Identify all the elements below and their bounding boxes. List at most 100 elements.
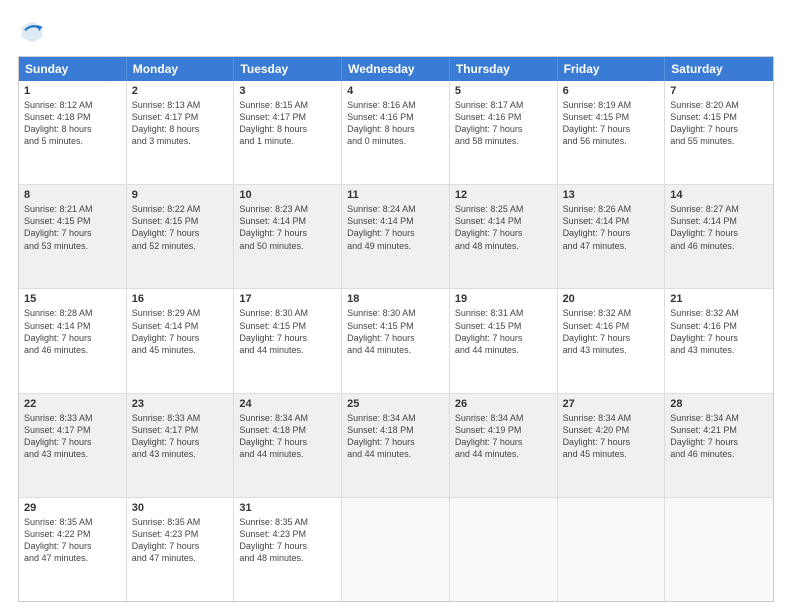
day-cell-14: 14Sunrise: 8:27 AM Sunset: 4:14 PM Dayli… bbox=[665, 185, 773, 288]
day-cell-9: 9 Sunrise: 8:22 AM Sunset: 4:15 PM Daylig… bbox=[127, 185, 235, 288]
day-number: 11 bbox=[347, 189, 444, 201]
calendar-row-1: 1Sunrise: 8:12 AM Sunset: 4:18 PM Daylig… bbox=[19, 81, 773, 184]
calendar-header: SundayMondayTuesdayWednesdayThursdayFrid… bbox=[19, 57, 773, 81]
day-number: 17 bbox=[239, 293, 336, 305]
calendar: SundayMondayTuesdayWednesdayThursdayFrid… bbox=[18, 56, 774, 602]
day-cell-7: 7Sunrise: 8:20 AM Sunset: 4:15 PM Daylig… bbox=[665, 81, 773, 184]
day-info: Sunrise: 8:15 AM Sunset: 4:17 PM Dayligh… bbox=[239, 99, 336, 148]
day-number: 24 bbox=[239, 398, 336, 410]
header-day-friday: Friday bbox=[558, 57, 666, 81]
day-cell-27: 27 Sunrise: 8:34 AM Sunset: 4:20 PM Dayli… bbox=[558, 394, 666, 497]
empty-cell-4-3 bbox=[342, 498, 450, 601]
header-day-saturday: Saturday bbox=[665, 57, 773, 81]
day-cell-12: 12 Sunrise: 8:25 AM Sunset: 4:14 PM Dayli… bbox=[450, 185, 558, 288]
day-number: 16 bbox=[132, 293, 229, 305]
day-info: Sunrise: 8:35 AM Sunset: 4:23 PM Dayligh… bbox=[132, 516, 229, 565]
day-number: 9 bbox=[132, 189, 229, 201]
day-number: 21 bbox=[670, 293, 768, 305]
day-info: Sunrise: 8:30 AM Sunset: 4:15 PM Dayligh… bbox=[347, 307, 444, 356]
day-cell-31: 31 Sunrise: 8:35 AM Sunset: 4:23 PM Dayli… bbox=[234, 498, 342, 601]
day-number: 30 bbox=[132, 502, 229, 514]
day-number: 31 bbox=[239, 502, 336, 514]
day-cell-18: 18 Sunrise: 8:30 AM Sunset: 4:15 PM Dayli… bbox=[342, 289, 450, 392]
day-number: 15 bbox=[24, 293, 121, 305]
day-cell-1: 1Sunrise: 8:12 AM Sunset: 4:18 PM Daylig… bbox=[19, 81, 127, 184]
day-cell-26: 26 Sunrise: 8:34 AM Sunset: 4:19 PM Dayli… bbox=[450, 394, 558, 497]
logo-icon bbox=[18, 18, 46, 46]
calendar-row-3: 15 Sunrise: 8:28 AM Sunset: 4:14 PM Dayli… bbox=[19, 288, 773, 392]
day-info: Sunrise: 8:30 AM Sunset: 4:15 PM Dayligh… bbox=[239, 307, 336, 356]
header-day-tuesday: Tuesday bbox=[234, 57, 342, 81]
day-cell-10: 10 Sunrise: 8:23 AM Sunset: 4:14 PM Dayli… bbox=[234, 185, 342, 288]
day-number: 18 bbox=[347, 293, 444, 305]
day-number: 22 bbox=[24, 398, 121, 410]
day-info: Sunrise: 8:31 AM Sunset: 4:15 PM Dayligh… bbox=[455, 307, 552, 356]
day-cell-25: 25 Sunrise: 8:34 AM Sunset: 4:18 PM Dayli… bbox=[342, 394, 450, 497]
calendar-row-5: 29Sunrise: 8:35 AM Sunset: 4:22 PM Dayli… bbox=[19, 497, 773, 601]
empty-cell-4-4 bbox=[450, 498, 558, 601]
day-info: Sunrise: 8:35 AM Sunset: 4:23 PM Dayligh… bbox=[239, 516, 336, 565]
day-number: 13 bbox=[563, 189, 660, 201]
day-number: 2 bbox=[132, 85, 229, 97]
header-day-monday: Monday bbox=[127, 57, 235, 81]
logo bbox=[18, 18, 50, 46]
day-number: 10 bbox=[239, 189, 336, 201]
day-number: 26 bbox=[455, 398, 552, 410]
day-cell-2: 2 Sunrise: 8:13 AM Sunset: 4:17 PM Daylig… bbox=[127, 81, 235, 184]
day-cell-13: 13Sunrise: 8:26 AM Sunset: 4:14 PM Dayli… bbox=[558, 185, 666, 288]
calendar-row-2: 8Sunrise: 8:21 AM Sunset: 4:15 PM Daylig… bbox=[19, 184, 773, 288]
day-info: Sunrise: 8:33 AM Sunset: 4:17 PM Dayligh… bbox=[132, 412, 229, 461]
day-info: Sunrise: 8:34 AM Sunset: 4:20 PM Dayligh… bbox=[563, 412, 660, 461]
day-info: Sunrise: 8:34 AM Sunset: 4:19 PM Dayligh… bbox=[455, 412, 552, 461]
day-info: Sunrise: 8:34 AM Sunset: 4:18 PM Dayligh… bbox=[239, 412, 336, 461]
day-cell-20: 20Sunrise: 8:32 AM Sunset: 4:16 PM Dayli… bbox=[558, 289, 666, 392]
day-info: Sunrise: 8:28 AM Sunset: 4:14 PM Dayligh… bbox=[24, 307, 121, 356]
day-info: Sunrise: 8:16 AM Sunset: 4:16 PM Dayligh… bbox=[347, 99, 444, 148]
day-cell-8: 8Sunrise: 8:21 AM Sunset: 4:15 PM Daylig… bbox=[19, 185, 127, 288]
calendar-row-4: 22 Sunrise: 8:33 AM Sunset: 4:17 PM Dayli… bbox=[19, 393, 773, 497]
day-cell-23: 23 Sunrise: 8:33 AM Sunset: 4:17 PM Dayli… bbox=[127, 394, 235, 497]
day-cell-21: 21 Sunrise: 8:32 AM Sunset: 4:16 PM Dayli… bbox=[665, 289, 773, 392]
day-info: Sunrise: 8:34 AM Sunset: 4:21 PM Dayligh… bbox=[670, 412, 768, 461]
day-number: 1 bbox=[24, 85, 121, 97]
day-cell-29: 29Sunrise: 8:35 AM Sunset: 4:22 PM Dayli… bbox=[19, 498, 127, 601]
page: SundayMondayTuesdayWednesdayThursdayFrid… bbox=[0, 0, 792, 612]
day-number: 4 bbox=[347, 85, 444, 97]
day-info: Sunrise: 8:33 AM Sunset: 4:17 PM Dayligh… bbox=[24, 412, 121, 461]
day-number: 27 bbox=[563, 398, 660, 410]
day-cell-11: 11 Sunrise: 8:24 AM Sunset: 4:14 PM Dayli… bbox=[342, 185, 450, 288]
day-number: 28 bbox=[670, 398, 768, 410]
day-number: 25 bbox=[347, 398, 444, 410]
calendar-body: 1Sunrise: 8:12 AM Sunset: 4:18 PM Daylig… bbox=[19, 81, 773, 601]
day-info: Sunrise: 8:21 AM Sunset: 4:15 PM Dayligh… bbox=[24, 203, 121, 252]
day-cell-24: 24 Sunrise: 8:34 AM Sunset: 4:18 PM Dayli… bbox=[234, 394, 342, 497]
day-cell-15: 15 Sunrise: 8:28 AM Sunset: 4:14 PM Dayli… bbox=[19, 289, 127, 392]
day-number: 6 bbox=[563, 85, 660, 97]
day-info: Sunrise: 8:32 AM Sunset: 4:16 PM Dayligh… bbox=[563, 307, 660, 356]
day-cell-16: 16 Sunrise: 8:29 AM Sunset: 4:14 PM Dayli… bbox=[127, 289, 235, 392]
header-day-wednesday: Wednesday bbox=[342, 57, 450, 81]
day-number: 23 bbox=[132, 398, 229, 410]
day-info: Sunrise: 8:17 AM Sunset: 4:16 PM Dayligh… bbox=[455, 99, 552, 148]
day-info: Sunrise: 8:29 AM Sunset: 4:14 PM Dayligh… bbox=[132, 307, 229, 356]
day-number: 29 bbox=[24, 502, 121, 514]
day-info: Sunrise: 8:32 AM Sunset: 4:16 PM Dayligh… bbox=[670, 307, 768, 356]
day-info: Sunrise: 8:22 AM Sunset: 4:15 PM Dayligh… bbox=[132, 203, 229, 252]
day-info: Sunrise: 8:34 AM Sunset: 4:18 PM Dayligh… bbox=[347, 412, 444, 461]
day-number: 5 bbox=[455, 85, 552, 97]
day-info: Sunrise: 8:25 AM Sunset: 4:14 PM Dayligh… bbox=[455, 203, 552, 252]
day-info: Sunrise: 8:24 AM Sunset: 4:14 PM Dayligh… bbox=[347, 203, 444, 252]
day-info: Sunrise: 8:19 AM Sunset: 4:15 PM Dayligh… bbox=[563, 99, 660, 148]
day-info: Sunrise: 8:20 AM Sunset: 4:15 PM Dayligh… bbox=[670, 99, 768, 148]
header-day-sunday: Sunday bbox=[19, 57, 127, 81]
header-day-thursday: Thursday bbox=[450, 57, 558, 81]
day-cell-17: 17 Sunrise: 8:30 AM Sunset: 4:15 PM Dayli… bbox=[234, 289, 342, 392]
day-cell-4: 4 Sunrise: 8:16 AM Sunset: 4:16 PM Daylig… bbox=[342, 81, 450, 184]
empty-cell-4-5 bbox=[558, 498, 666, 601]
day-number: 12 bbox=[455, 189, 552, 201]
day-cell-19: 19Sunrise: 8:31 AM Sunset: 4:15 PM Dayli… bbox=[450, 289, 558, 392]
day-cell-6: 6 Sunrise: 8:19 AM Sunset: 4:15 PM Daylig… bbox=[558, 81, 666, 184]
day-info: Sunrise: 8:23 AM Sunset: 4:14 PM Dayligh… bbox=[239, 203, 336, 252]
header bbox=[18, 18, 774, 46]
day-info: Sunrise: 8:13 AM Sunset: 4:17 PM Dayligh… bbox=[132, 99, 229, 148]
